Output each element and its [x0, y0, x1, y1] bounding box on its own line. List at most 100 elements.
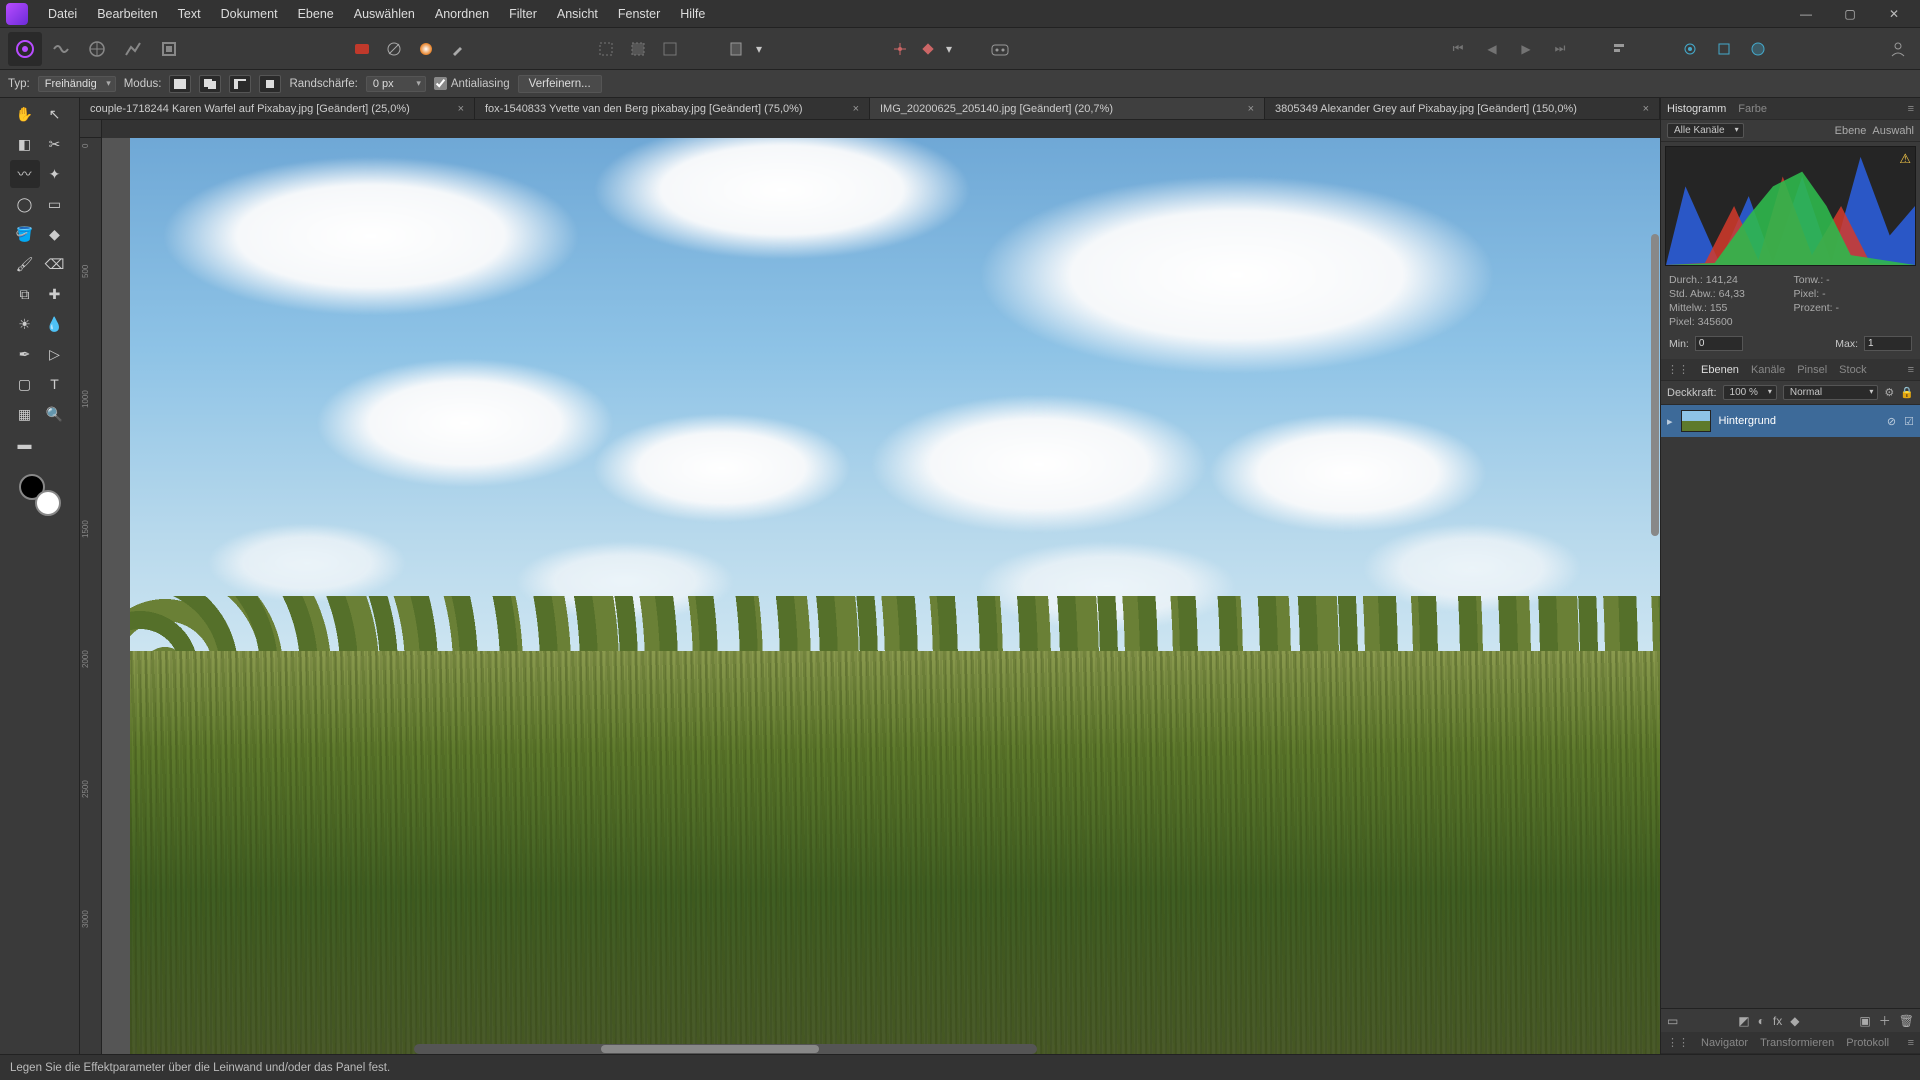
layer-fx2-icon[interactable]: fx: [1773, 1014, 1782, 1028]
layer-mask-icon[interactable]: ◩: [1738, 1014, 1749, 1028]
tab-ebenen[interactable]: Ebenen: [1701, 364, 1739, 376]
selection-overlay1-icon[interactable]: [592, 35, 620, 63]
warning-icon[interactable]: ⚠: [1899, 151, 1911, 167]
tool-eraser[interactable]: ⌫: [40, 250, 70, 278]
tool-zoom[interactable]: 🔍: [40, 400, 70, 428]
doc-tab-0[interactable]: couple-1718244 Karen Warfel auf Pixabay.…: [80, 98, 475, 119]
ctx-rand-select[interactable]: 0 px: [366, 76, 426, 92]
quickmask-icon[interactable]: [724, 35, 752, 63]
nav-next-icon[interactable]: ▶: [1512, 35, 1540, 63]
tool-text[interactable]: T: [40, 370, 70, 398]
histogram-channel-select[interactable]: Alle Kanäle: [1667, 123, 1744, 138]
panel-menu-icon-3[interactable]: ≡: [1908, 1037, 1914, 1049]
snap-settings-icon[interactable]: [914, 35, 942, 63]
assistant-icon[interactable]: [986, 35, 1014, 63]
layer-lock-icon[interactable]: 🔒: [1900, 386, 1914, 399]
layer-link-icon[interactable]: ⊘: [1887, 415, 1896, 428]
menu-bearbeiten[interactable]: Bearbeiten: [87, 0, 167, 28]
menu-fenster[interactable]: Fenster: [608, 0, 670, 28]
doc-tab-0-close[interactable]: ×: [458, 103, 464, 115]
tool-blur[interactable]: 💧: [40, 310, 70, 338]
menu-ebene[interactable]: Ebene: [288, 0, 344, 28]
menu-ansicht[interactable]: Ansicht: [547, 0, 608, 28]
ctx-antialias-check[interactable]: Antialiasing: [434, 77, 510, 90]
tool-dodge[interactable]: ☀: [10, 310, 40, 338]
tool-color[interactable]: ▬: [10, 430, 40, 458]
menu-anordnen[interactable]: Anordnen: [425, 0, 499, 28]
persona-tone[interactable]: [116, 32, 150, 66]
panel-menu-icon[interactable]: ≡: [1908, 103, 1914, 115]
tool-nocolor-icon[interactable]: [380, 35, 408, 63]
tool-brush[interactable]: 🖌: [10, 250, 40, 278]
ctx-typ-select[interactable]: Freihändig: [38, 76, 116, 92]
layer-fx-icon[interactable]: ⚙: [1884, 386, 1894, 399]
sync-icon[interactable]: [1676, 35, 1704, 63]
tool-pen[interactable]: ✒: [10, 340, 40, 368]
selection-overlay3-icon[interactable]: [656, 35, 684, 63]
tab-histogramm[interactable]: Histogramm: [1667, 103, 1726, 115]
layer-delete-icon[interactable]: 🗑: [1899, 1014, 1914, 1028]
mode-sub-icon[interactable]: [229, 75, 251, 93]
histogram-ebene-button[interactable]: Ebene: [1835, 125, 1867, 137]
persona-develop[interactable]: [80, 32, 114, 66]
tab-stock[interactable]: Stock: [1839, 364, 1867, 376]
doc-tab-3-close[interactable]: ×: [1643, 103, 1649, 115]
layer-visible-icon[interactable]: ☑: [1904, 415, 1914, 428]
quickmask-dropdown[interactable]: ▾: [752, 35, 766, 63]
color-swatches[interactable]: [19, 474, 61, 516]
tool-clone[interactable]: ⧉: [10, 280, 40, 308]
layer-live-icon[interactable]: ◆: [1790, 1014, 1799, 1028]
tool-mesh[interactable]: ▦: [10, 400, 40, 428]
persona-liquify[interactable]: [44, 32, 78, 66]
tool-marquee[interactable]: ▭: [40, 190, 70, 218]
mode-int-icon[interactable]: [259, 75, 281, 93]
tool-colorwheel-icon[interactable]: [412, 35, 440, 63]
layer-add-icon[interactable]: ＋: [1879, 1012, 1891, 1029]
foreground-color-swatch[interactable]: [35, 490, 61, 516]
horizontal-scrollbar[interactable]: [414, 1044, 1037, 1054]
persona-export[interactable]: [152, 32, 186, 66]
mode-new-icon[interactable]: [169, 75, 191, 93]
tool-selection-brush[interactable]: 〰: [10, 160, 40, 188]
tab-kanaele[interactable]: Kanäle: [1751, 364, 1785, 376]
doc-tab-2[interactable]: IMG_20200625_205140.jpg [Geändert] (20,7…: [870, 98, 1265, 119]
snap-icon[interactable]: [886, 35, 914, 63]
tool-swatch-icon[interactable]: [348, 35, 376, 63]
window-close[interactable]: ✕: [1874, 3, 1914, 25]
tab-pinsel[interactable]: Pinsel: [1797, 364, 1827, 376]
mode-add-icon[interactable]: [199, 75, 221, 93]
sync2-icon[interactable]: [1710, 35, 1738, 63]
tool-picker-icon[interactable]: [444, 35, 472, 63]
layers-list[interactable]: ▸ Hintergrund ⊘ ☑: [1661, 405, 1920, 1008]
window-maximize[interactable]: ▢: [1830, 3, 1870, 25]
tool-gradient[interactable]: ◆: [40, 220, 70, 248]
nav-first-icon[interactable]: ⏮: [1444, 35, 1472, 63]
layer-group-icon[interactable]: ▣: [1859, 1014, 1870, 1028]
layer-tag-icon[interactable]: ▭: [1667, 1014, 1678, 1028]
tab-navigator[interactable]: Navigator: [1701, 1037, 1748, 1049]
vertical-scrollbar[interactable]: [1650, 184, 1660, 688]
panel-menu-icon-2[interactable]: ≡: [1908, 364, 1914, 376]
tool-node[interactable]: ▷: [40, 340, 70, 368]
tool-lasso[interactable]: ◯: [10, 190, 40, 218]
tool-magic-wand[interactable]: ✦: [40, 160, 70, 188]
doc-tab-1[interactable]: fox-1540833 Yvette van den Berg pixabay.…: [475, 98, 870, 119]
account-icon[interactable]: [1884, 35, 1912, 63]
menu-dokument[interactable]: Dokument: [211, 0, 288, 28]
layer-adjust-icon[interactable]: ◐: [1758, 1014, 1765, 1028]
menu-text[interactable]: Text: [168, 0, 211, 28]
menu-auswaehlen[interactable]: Auswählen: [344, 0, 425, 28]
layer-row-hintergrund[interactable]: ▸ Hintergrund ⊘ ☑: [1661, 405, 1920, 437]
hist-max-input[interactable]: [1864, 336, 1912, 351]
opacity-select[interactable]: 100 %: [1723, 385, 1777, 400]
tool-crop[interactable]: ✂: [40, 130, 70, 158]
ruler-vertical[interactable]: 050010001500200025003000: [80, 138, 102, 1054]
doc-tab-3[interactable]: 3805349 Alexander Grey auf Pixabay.jpg […: [1265, 98, 1660, 119]
tool-heal[interactable]: ✚: [40, 280, 70, 308]
doc-tab-2-close[interactable]: ×: [1248, 103, 1254, 115]
align-icon[interactable]: [1606, 35, 1634, 63]
hist-min-input[interactable]: [1695, 336, 1743, 351]
tab-farbe[interactable]: Farbe: [1738, 103, 1767, 115]
tab-transformieren[interactable]: Transformieren: [1760, 1037, 1834, 1049]
blendmode-select[interactable]: Normal: [1783, 385, 1879, 400]
